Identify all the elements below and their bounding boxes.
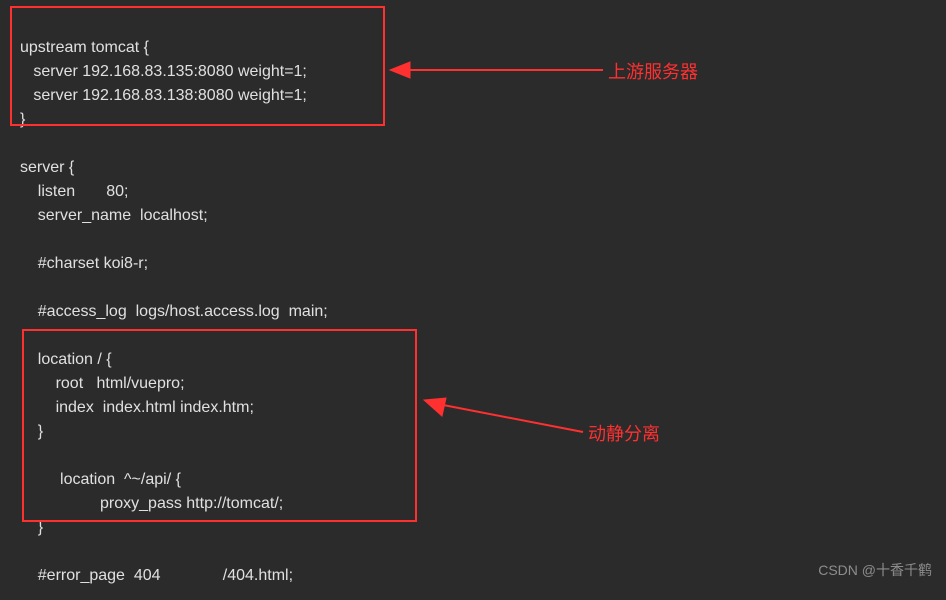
code-line: proxy_pass http://tomcat/; [20,495,283,512]
code-line: listen 80; [20,183,129,200]
code-line: location ^~/api/ { [20,471,181,488]
code-line: server_name localhost; [20,207,208,224]
code-block: upstream tomcat { server 192.168.83.135:… [0,0,946,600]
code-line: server { [20,159,74,176]
code-line: } [20,423,43,440]
code-line: #charset koi8-r; [20,255,148,272]
arrow-upstream-icon [388,56,608,86]
code-line: } [20,111,25,128]
code-line: } [20,519,43,536]
code-line: server 192.168.83.138:8080 weight=1; [20,87,307,104]
code-line: #access_log logs/host.access.log main; [20,303,328,320]
code-line: root html/vuepro; [20,375,185,392]
arrow-location-icon [418,392,588,442]
code-line: location / { [20,351,112,368]
annotation-location: 动静分离 [588,420,660,446]
code-line: server 192.168.83.135:8080 weight=1; [20,63,307,80]
annotation-upstream: 上游服务器 [608,58,698,84]
code-line: upstream tomcat { [20,39,149,56]
code-line: #error_page 404 /404.html; [20,567,293,584]
watermark: CSDN @十香千鹤 [818,560,932,580]
code-line: index index.html index.htm; [20,399,254,416]
